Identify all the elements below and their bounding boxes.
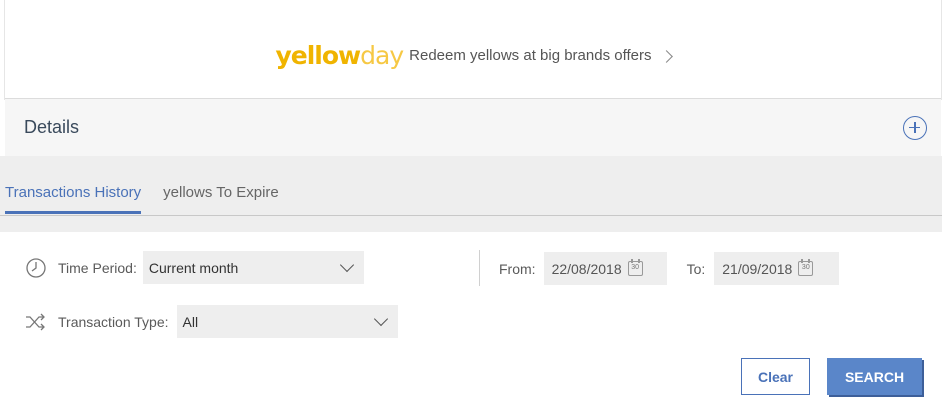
from-date-input[interactable]: 22/08/2018 30 [543,252,667,285]
calendar-icon[interactable]: 30 [627,259,643,276]
clock-icon [26,257,46,278]
tab-yellows-to-expire[interactable]: yellows To Expire [163,184,279,214]
page: yellow day Redeem yellows at big brands o… [0,0,948,413]
banner-text: Redeem yellows at big brands offers [409,46,652,64]
from-date-value: 22/08/2018 [551,260,622,277]
tab-bar: Transactions History yellows To Expire [5,184,301,214]
yellowday-logo: yellow day [275,40,404,70]
from-label: From: [499,260,536,277]
transaction-type-select[interactable]: All [176,305,398,338]
to-date-input[interactable]: 21/09/2018 30 [714,252,840,285]
to-date-value: 21/09/2018 [722,260,793,277]
chevron-down-icon [373,311,388,326]
card-border-right [941,0,942,100]
clear-button[interactable]: Clear [741,358,810,395]
logo-part-day: day [360,40,404,70]
tabs-divider [0,215,942,216]
to-label: To: [686,260,706,277]
search-button[interactable]: SEARCH [827,358,922,395]
expand-plus-icon[interactable] [903,115,927,140]
logo-part-yellow: yellow [275,40,361,70]
time-period-row: Time Period: Current month [25,251,364,284]
filters-panel: Time Period: Current month From: 22/08/2… [5,232,941,413]
tabs-area: Transactions History yellows To Expire [0,156,942,232]
transaction-type-row: Transaction Type: All [25,305,398,338]
yellowday-banner[interactable]: yellow day Redeem yellows at big brands o… [5,0,941,98]
transaction-type-label: Transaction Type: [58,313,169,330]
time-period-select[interactable]: Current month [142,251,364,284]
details-title: Details [24,117,80,137]
calendar-icon[interactable]: 30 [798,259,814,276]
transaction-type-value: All [182,313,199,330]
date-range-row: From: 22/08/2018 30 To: 21/09/2018 30 [499,252,840,285]
chevron-down-icon [339,257,354,272]
time-period-value: Current month [148,259,239,276]
tab-transactions-history[interactable]: Transactions History [5,184,142,214]
chevron-right-icon [659,49,673,63]
details-section: Details [5,98,941,156]
shuffle-icon [26,313,45,330]
time-period-label: Time Period: [58,259,137,276]
filter-divider [479,250,480,286]
